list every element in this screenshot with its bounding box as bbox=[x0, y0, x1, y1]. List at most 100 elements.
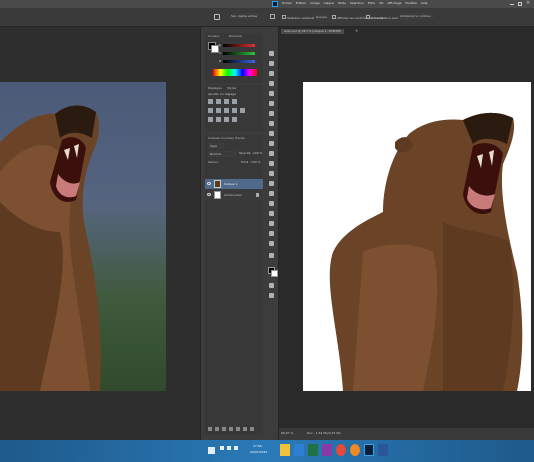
photoshop-logo-icon[interactable] bbox=[272, 1, 278, 7]
menu-selection[interactable]: Sélection bbox=[350, 2, 364, 5]
minimize-icon[interactable] bbox=[510, 4, 514, 5]
visibility-eye-icon[interactable] bbox=[207, 193, 211, 196]
layer-style-icon[interactable] bbox=[215, 427, 219, 431]
eraser-tool-icon[interactable] bbox=[269, 151, 274, 156]
color-balance-icon[interactable] bbox=[224, 108, 229, 113]
new-group-icon[interactable] bbox=[236, 427, 240, 431]
path-selection-tool-icon[interactable] bbox=[269, 211, 274, 216]
refine-edge-button[interactable]: Améliorer le contour... bbox=[398, 13, 433, 19]
gradient-tool-icon[interactable] bbox=[269, 161, 274, 166]
zoom-tool-icon[interactable] bbox=[269, 241, 274, 246]
swatches-tab[interactable]: Nuancier bbox=[229, 34, 242, 38]
visibility-eye-icon[interactable] bbox=[207, 182, 211, 185]
maximize-icon[interactable] bbox=[518, 2, 522, 6]
menu-affichage[interactable]: Affichage bbox=[387, 2, 401, 5]
color-tab[interactable]: Couleur bbox=[208, 34, 220, 38]
channels-tab[interactable]: Couches bbox=[221, 136, 234, 140]
outlook-icon[interactable] bbox=[294, 444, 304, 456]
crop-tool-icon[interactable] bbox=[269, 91, 274, 96]
word-icon[interactable] bbox=[378, 444, 388, 456]
chrome-icon[interactable] bbox=[336, 444, 346, 456]
pen-tool-icon[interactable] bbox=[269, 191, 274, 196]
bear-original-photo[interactable] bbox=[0, 82, 166, 391]
photoshop-taskbar-icon[interactable] bbox=[364, 444, 374, 456]
menu-image[interactable]: Image bbox=[310, 2, 319, 5]
link-layers-icon[interactable] bbox=[208, 427, 212, 431]
curves-icon[interactable] bbox=[224, 99, 229, 104]
menu-aide[interactable]: Aide bbox=[421, 2, 428, 5]
history-brush-tool-icon[interactable] bbox=[269, 141, 274, 146]
taskbar-start-icon[interactable] bbox=[208, 447, 215, 454]
layer-name[interactable]: Arrière-plan bbox=[224, 194, 242, 197]
menu-fichier[interactable]: Fichier bbox=[282, 2, 292, 5]
screen-mode-icon[interactable] bbox=[269, 293, 274, 298]
green-slider[interactable] bbox=[223, 52, 255, 55]
close-icon[interactable]: × bbox=[526, 1, 530, 6]
layers-tab[interactable]: Calques bbox=[208, 136, 220, 140]
bear-cutout-canvas[interactable] bbox=[303, 82, 531, 391]
menu-3d[interactable]: 3D bbox=[379, 2, 383, 5]
posterize-icon[interactable] bbox=[216, 117, 221, 122]
menu-texte[interactable]: Texte bbox=[338, 2, 346, 5]
new-layer-icon[interactable] bbox=[243, 427, 247, 431]
taskbar-time[interactable]: 17:56 bbox=[253, 445, 262, 448]
gradient-map-icon[interactable] bbox=[232, 117, 237, 122]
menu-fenetre[interactable]: Fenêtre bbox=[405, 2, 416, 5]
paths-tab[interactable]: Tracés bbox=[235, 136, 245, 140]
windows-explorer-icon[interactable] bbox=[280, 444, 290, 456]
adjustments-tab[interactable]: Réglages bbox=[208, 86, 222, 90]
zoom-level[interactable]: 66,67 % bbox=[281, 432, 293, 435]
hue-saturation-icon[interactable] bbox=[216, 108, 221, 113]
exposure-icon[interactable] bbox=[232, 99, 237, 104]
tray-network-icon[interactable] bbox=[220, 446, 224, 450]
menu-calque[interactable]: Calque bbox=[324, 2, 334, 5]
threshold-icon[interactable] bbox=[224, 117, 229, 122]
close-tab-icon[interactable]: × bbox=[355, 29, 358, 33]
edit-toolbar-icon[interactable] bbox=[269, 253, 274, 258]
eyedropper-tool-icon[interactable] bbox=[269, 101, 274, 106]
quick-selection-tool-icon[interactable] bbox=[269, 81, 274, 86]
brightness-icon[interactable] bbox=[208, 99, 213, 104]
excel-icon[interactable] bbox=[308, 444, 318, 456]
photo-filter-icon[interactable] bbox=[240, 108, 245, 113]
document-tab[interactable]: bear.psd @ 66,7% (Calque 1, RVB/8#) bbox=[281, 29, 345, 34]
red-slider[interactable] bbox=[223, 44, 255, 47]
marquee-tool-icon[interactable] bbox=[269, 61, 274, 66]
clone-stamp-tool-icon[interactable] bbox=[269, 131, 274, 136]
fill-value[interactable]: 100 % bbox=[251, 161, 261, 164]
brush-tool-icon[interactable] bbox=[269, 121, 274, 126]
healing-brush-tool-icon[interactable] bbox=[269, 111, 274, 116]
adjustment-layer-icon[interactable] bbox=[229, 427, 233, 431]
move-tool-icon[interactable] bbox=[269, 51, 274, 56]
shape-tool-icon[interactable] bbox=[269, 221, 274, 226]
layer-row[interactable]: Calque 1 bbox=[205, 179, 263, 189]
tool-preset-dropdown[interactable]: Sél. rapide active bbox=[228, 13, 264, 19]
levels-icon[interactable] bbox=[216, 99, 221, 104]
layer-name[interactable]: Calque 1 bbox=[224, 183, 237, 186]
taskbar-date[interactable]: 22/07/2015 bbox=[250, 451, 267, 454]
blur-tool-icon[interactable] bbox=[269, 171, 274, 176]
blend-mode-dropdown[interactable]: Normal bbox=[208, 151, 236, 157]
firefox-icon[interactable] bbox=[350, 444, 360, 456]
black-white-icon[interactable] bbox=[232, 108, 237, 113]
layer-row[interactable]: Arrière-plan bbox=[205, 190, 263, 200]
tray-volume-icon[interactable] bbox=[227, 446, 231, 450]
menu-filtre[interactable]: Filtre bbox=[368, 2, 375, 5]
group-dropdown[interactable]: Groupe bbox=[314, 14, 330, 19]
onenote-icon[interactable] bbox=[322, 444, 332, 456]
styles-tab[interactable]: Styles bbox=[227, 86, 236, 90]
dodge-tool-icon[interactable] bbox=[269, 181, 274, 186]
type-tool-icon[interactable] bbox=[269, 201, 274, 206]
background-color-swatch[interactable] bbox=[211, 45, 219, 53]
invert-icon[interactable] bbox=[208, 117, 213, 122]
trash-icon[interactable] bbox=[250, 427, 254, 431]
lasso-tool-icon[interactable] bbox=[269, 71, 274, 76]
hand-tool-icon[interactable] bbox=[269, 231, 274, 236]
opacity-value[interactable]: 100 % bbox=[253, 152, 263, 155]
move-tool-icon[interactable] bbox=[214, 14, 220, 20]
layer-kind-filter[interactable]: Type bbox=[208, 143, 224, 148]
tool-background-swatch[interactable] bbox=[271, 270, 278, 277]
vibrance-icon[interactable] bbox=[208, 108, 213, 113]
color-spectrum-ramp[interactable] bbox=[213, 69, 257, 76]
add-mask-icon[interactable] bbox=[222, 427, 226, 431]
